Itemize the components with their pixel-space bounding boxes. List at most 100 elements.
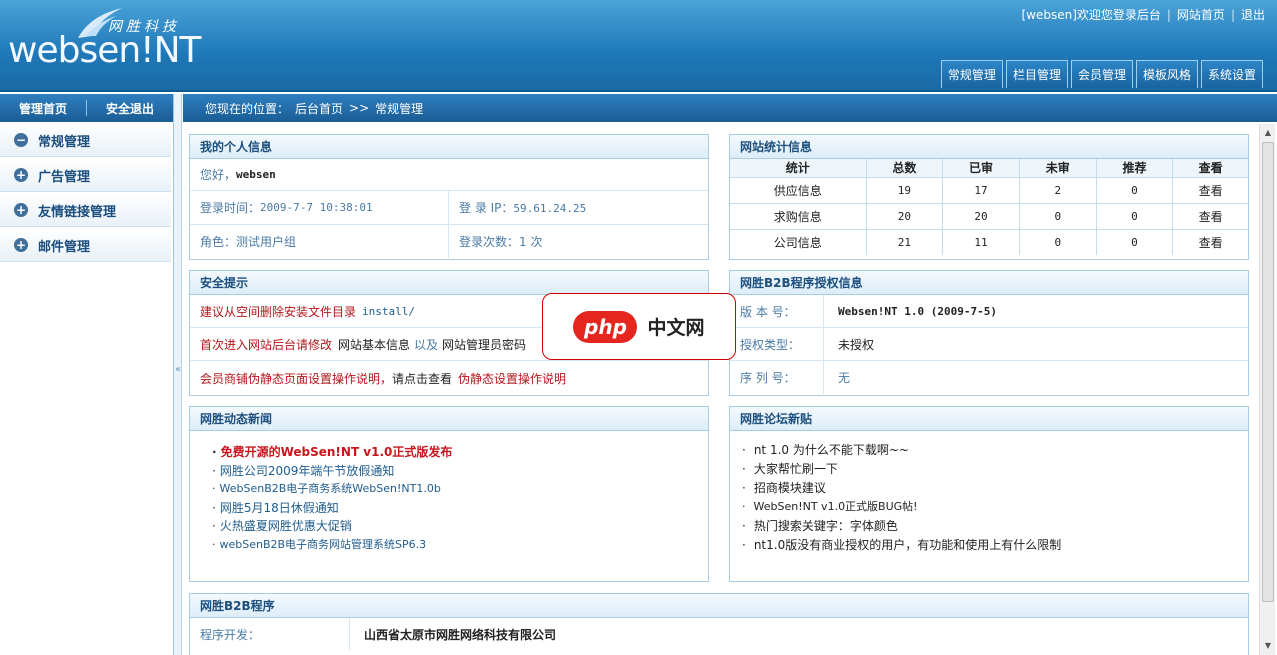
sidebar-item-label: 邮件管理 <box>38 239 91 255</box>
list-item[interactable]: 网胜公司2009年端午节放假通知 <box>212 462 708 481</box>
column-header: 未审 <box>1019 159 1097 178</box>
list-item[interactable]: nt1.0版没有商业授权的用户，有功能和使用上有什么限制 <box>742 536 1248 555</box>
security-tip-row: 会员商铺伪静态页面设置操作说明， 请点击查看 伪静态设置操作说明 <box>190 361 708 395</box>
logout-link[interactable]: 退出 <box>1241 8 1265 22</box>
license-key: 版 本 号： <box>730 295 824 327</box>
stat-approved: 11 <box>942 229 1020 255</box>
list-item[interactable]: webSenB2B电子商务网站管理系统SP6.3 <box>212 536 708 555</box>
sidebar-item-label: 常规管理 <box>38 134 91 150</box>
nav-tab-templates[interactable]: 模板风格 <box>1135 60 1198 88</box>
main-content: 我的个人信息 您好， websen 登录时间： 2009-7-7 10:38:01 … <box>183 122 1259 655</box>
sidebar-item-ads[interactable]: + 广告管理 <box>0 159 171 192</box>
sidebar: 管理首页 安全退出 − 常规管理 + 广告管理 + 友情链接管理 + 邮件管理 <box>0 94 174 655</box>
license-key: 序 列 号： <box>730 361 824 394</box>
sidebar-item-links[interactable]: + 友情链接管理 <box>0 194 171 227</box>
install-path: install/ <box>362 304 415 318</box>
admin-password-link[interactable]: 网站管理员密码 <box>442 336 526 353</box>
list-item[interactable]: 招商模块建议 <box>742 479 1248 498</box>
stat-name: 求购信息 <box>730 203 867 230</box>
table-header-row: 统计 总数 已审 未审 推荐 查看 <box>730 159 1248 178</box>
security-tip-text: 请点击查看 <box>392 371 453 386</box>
php-logo: php <box>573 310 638 343</box>
safe-exit-link[interactable]: 安全退出 <box>87 100 173 117</box>
admin-home-link[interactable]: 管理首页 <box>0 100 86 117</box>
version-value: Websen!NT 1.0 (2009-7-5) <box>838 304 997 318</box>
vertical-scrollbar[interactable]: ▲ ▼ <box>1259 124 1275 655</box>
column-header: 推荐 <box>1096 159 1174 178</box>
scroll-up-icon[interactable]: ▲ <box>1262 126 1274 140</box>
breadcrumb-separator: >> <box>349 101 370 115</box>
license-row: 序 列 号： 无 <box>730 361 1248 394</box>
php-cn-watermark: php 中文网 <box>542 293 736 360</box>
stat-name: 公司信息 <box>730 229 867 255</box>
site-home-link[interactable]: 网站首页 <box>1177 8 1225 22</box>
role-value: 测试用户组 <box>236 235 297 249</box>
rewrite-guide-link[interactable]: 伪静态设置操作说明 <box>458 370 566 387</box>
panel-title: 网胜B2B程序授权信息 <box>730 271 1248 295</box>
login-info-row: 登录时间： 2009-7-7 10:38:01 登 录 IP：59.61.24.2… <box>190 191 708 225</box>
profile-panel: 我的个人信息 您好， websen 登录时间： 2009-7-7 10:38:01 … <box>189 134 709 260</box>
nav-tab-columns[interactable]: 栏目管理 <box>1005 60 1068 88</box>
stat-total: 21 <box>866 229 944 255</box>
logo-brand-text: websen!NT <box>8 30 202 71</box>
view-link[interactable]: 查看 <box>1172 203 1248 230</box>
sidebar-item-label: 友情链接管理 <box>38 204 117 220</box>
security-tip-text: 首次进入网站后台请修改 <box>200 337 333 352</box>
login-count-cell: 登录次数：1 次 <box>449 233 542 250</box>
security-tip-text: 会员商铺伪静态页面设置操作说明， <box>200 371 393 386</box>
nav-tab-members[interactable]: 会员管理 <box>1070 60 1133 88</box>
list-item[interactable]: WebSen!NT v1.0正式版BUG帖! <box>742 498 1248 517</box>
nav-tab-settings[interactable]: 系统设置 <box>1200 60 1263 88</box>
license-panel: 网胜B2B程序授权信息 版 本 号： Websen!NT 1.0 (2009-7… <box>729 270 1249 396</box>
role-label: 角色： <box>200 235 237 249</box>
list-item[interactable]: 网胜5月18日休假通知 <box>212 499 708 518</box>
login-ip-label: 登 录 IP： <box>459 201 514 215</box>
sidebar-splitter[interactable]: « <box>174 94 182 655</box>
column-header: 已审 <box>942 159 1020 178</box>
table-row: 供应信息 19 17 2 0 查看 <box>730 177 1248 204</box>
watermark-text: 中文网 <box>647 317 705 339</box>
view-link[interactable]: 查看 <box>1172 177 1248 204</box>
stat-name: 供应信息 <box>730 177 867 204</box>
header: 网胜科技 websen!NT [websen]欢迎您登录后台 | 网站首页 | 退出 常… <box>0 0 1277 92</box>
link-separator: | <box>1166 8 1171 22</box>
list-item[interactable]: 大家帮忙刷一下 <box>742 460 1248 479</box>
news-list: 免费开源的WebSen!NT v1.0正式版发布 网胜公司2009年端午节放假通… <box>190 431 708 554</box>
panel-title: 网胜论坛新贴 <box>730 407 1248 431</box>
link-separator: | <box>1230 8 1235 22</box>
list-item[interactable]: nt 1.0 为什么不能下载啊~~ <box>742 441 1248 460</box>
list-item[interactable]: 火热盛夏网胜优惠大促销 <box>212 517 708 536</box>
sidebar-item-mail[interactable]: + 邮件管理 <box>0 229 171 262</box>
expand-icon: + <box>14 238 28 252</box>
serial-value: 无 <box>838 371 851 385</box>
list-item[interactable]: WebSenB2B电子商务系统WebSen!NT1.0b <box>212 480 708 499</box>
program-dev-value: 山西省太原市网胜网络科技有限公司 <box>364 627 557 642</box>
top-links: [websen]欢迎您登录后台 | 网站首页 | 退出 <box>1021 6 1265 23</box>
stat-recommended: 0 <box>1096 177 1174 204</box>
scroll-down-icon[interactable]: ▼ <box>1262 639 1274 653</box>
stat-recommended: 0 <box>1096 203 1174 230</box>
breadcrumb-home[interactable]: 后台首页 <box>295 100 343 117</box>
collapse-arrow-icon[interactable]: « <box>174 364 182 375</box>
list-item[interactable]: 热门搜索关键字：字体颜色 <box>742 517 1248 536</box>
column-header: 查看 <box>1172 159 1248 178</box>
panel-title: 网胜B2B程序 <box>190 594 1248 618</box>
breadcrumb: 您现在的位置： 后台首页 >> 常规管理 <box>183 94 1277 122</box>
nav-tab-general[interactable]: 常规管理 <box>940 60 1003 88</box>
list-item[interactable]: 免费开源的WebSen!NT v1.0正式版发布 <box>212 443 708 462</box>
site-info-link[interactable]: 网站基本信息 <box>338 336 410 353</box>
stat-approved: 20 <box>942 203 1020 230</box>
username: websen <box>236 168 276 181</box>
view-link[interactable]: 查看 <box>1173 229 1248 255</box>
program-panel: 网胜B2B程序 程序开发： 山西省太原市网胜网络科技有限公司 <box>189 593 1249 655</box>
panel-title: 网站统计信息 <box>730 135 1248 159</box>
sidebar-item-general[interactable]: − 常规管理 <box>0 124 171 157</box>
welcome-link[interactable]: [websen]欢迎您登录后台 <box>1021 8 1160 22</box>
stat-pending: 0 <box>1019 203 1097 230</box>
role-row: 角色： 测试用户组 登录次数：1 次 <box>190 225 708 258</box>
stat-pending: 2 <box>1019 177 1097 204</box>
login-ip-value: 59.61.24.25 <box>513 202 587 215</box>
license-row: 授权类型： 未授权 <box>730 328 1248 361</box>
scroll-thumb[interactable] <box>1262 142 1274 602</box>
stat-recommended: 0 <box>1096 229 1174 255</box>
